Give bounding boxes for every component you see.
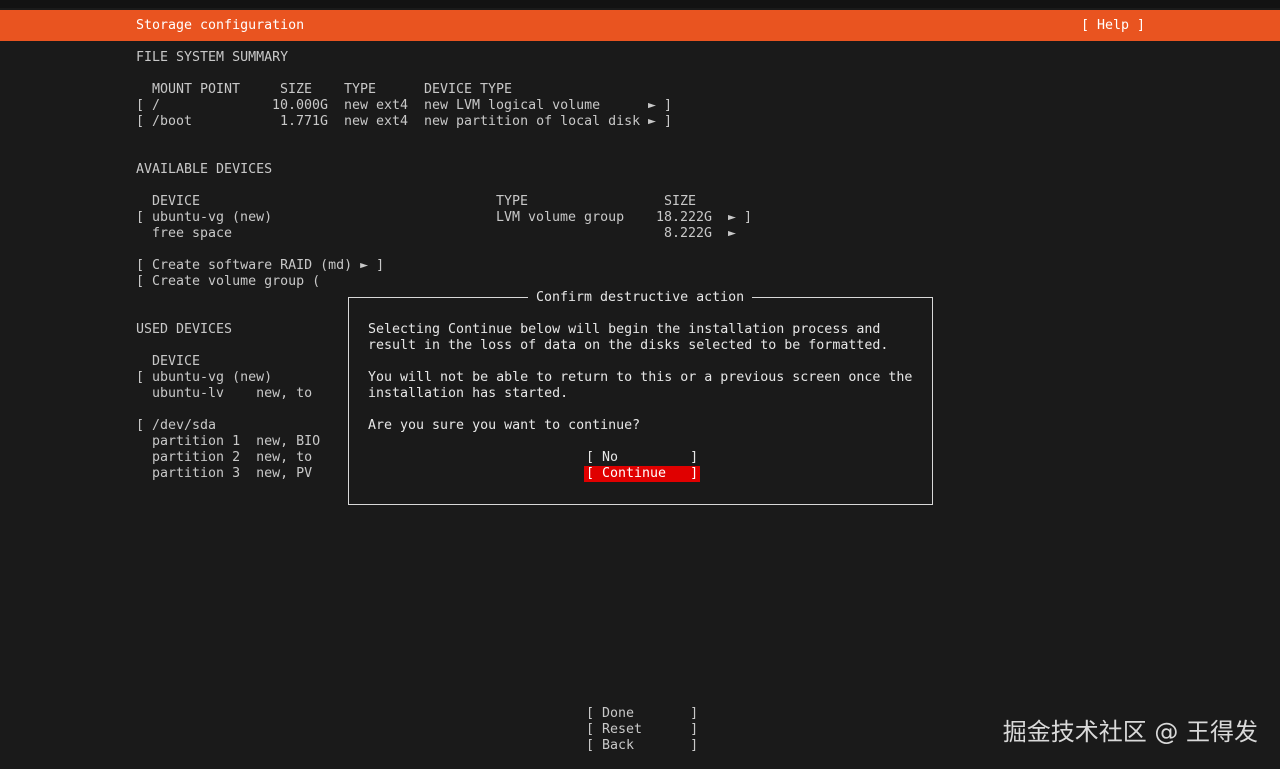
device-size: 8.222G <box>664 226 713 241</box>
col-device: DEVICE <box>152 194 201 209</box>
row-open-bracket: [ <box>136 114 145 129</box>
row-open-bracket: [ <box>136 210 145 225</box>
dialog-paragraph-2-line-2: installation has started. <box>368 386 569 401</box>
help-button[interactable]: [ Help ] <box>1081 18 1145 34</box>
continue-button[interactable]: [ Continue ] <box>584 466 701 482</box>
used-row-partition-3: partition 3 new, PV <box>136 466 313 481</box>
watermark: 掘金技术社区 @ 王得发 <box>1002 718 1258 746</box>
used-row-ubuntu-vg[interactable]: [ ubuntu-vg (new) <box>136 370 272 386</box>
type-value: new ext4 <box>344 114 409 129</box>
row-open-bracket: [ <box>136 98 145 113</box>
used-row-partition-2: partition 2 new, to <box>136 450 313 465</box>
used-devices-title: USED DEVICES <box>136 322 233 337</box>
top-strip <box>0 0 1280 8</box>
dialog-question: Are you sure you want to continue? <box>368 418 641 433</box>
mount-point: /boot <box>152 114 193 129</box>
create-raid-button[interactable]: [ Create software RAID (md) ► ] <box>136 258 384 274</box>
reset-button[interactable]: [ Reset ] <box>586 722 698 738</box>
no-button[interactable]: [ No ] <box>586 450 698 466</box>
arrow-right-icon[interactable]: ► <box>728 210 736 226</box>
dialog-title: Confirm destructive action <box>528 290 753 306</box>
type-value: new ext4 <box>344 98 409 113</box>
col-type: TYPE <box>344 82 377 97</box>
available-devices-title: AVAILABLE DEVICES <box>136 162 273 177</box>
used-row-ubuntu-lv: ubuntu-lv new, to <box>136 386 313 401</box>
device-name: ubuntu-vg (new) <box>152 210 273 225</box>
row-close-bracket: ] <box>664 114 673 129</box>
row-close-bracket: ] <box>664 98 673 113</box>
done-button[interactable]: [ Done ] <box>586 706 698 722</box>
create-volume-group-button[interactable]: [ Create volume group ( <box>136 274 320 290</box>
arrow-right-icon[interactable]: ► <box>648 114 656 130</box>
confirm-dialog: Selecting Continue below will begin the … <box>348 297 933 505</box>
header-bar: Storage configuration [ Help ] <box>0 10 1280 41</box>
row-close-bracket: ] <box>744 210 753 225</box>
col-size: SIZE <box>664 194 697 209</box>
dialog-paragraph-1-line-1: Selecting Continue below will begin the … <box>368 322 881 337</box>
back-button[interactable]: [ Back ] <box>586 738 698 754</box>
col-size: SIZE <box>280 82 313 97</box>
device-type-value: new LVM logical volume <box>424 98 601 113</box>
device-name: free space <box>152 226 233 241</box>
col-device: DEVICE <box>152 354 201 369</box>
col-device-type: DEVICE TYPE <box>424 82 513 97</box>
used-row-dev-sda[interactable]: [ /dev/sda <box>136 418 216 434</box>
arrow-right-icon[interactable]: ► <box>728 226 736 242</box>
mount-point: / <box>152 98 161 113</box>
device-type-value: new partition of local disk <box>424 114 641 129</box>
used-row-partition-1: partition 1 new, BIO <box>136 434 321 449</box>
size-value: 10.000G <box>272 98 329 113</box>
dialog-paragraph-2-line-1: You will not be able to return to this o… <box>368 370 913 385</box>
page-title: Storage configuration <box>136 18 305 33</box>
size-value: 1.771G <box>280 114 329 129</box>
col-mount-point: MOUNT POINT <box>152 82 241 97</box>
col-type: TYPE <box>496 194 529 209</box>
dialog-paragraph-1-line-2: result in the loss of data on the disks … <box>368 338 889 353</box>
fs-summary-title: FILE SYSTEM SUMMARY <box>136 50 289 65</box>
device-size: 18.222G <box>656 210 713 225</box>
arrow-right-icon[interactable]: ► <box>648 98 656 114</box>
device-type: LVM volume group <box>496 210 625 225</box>
